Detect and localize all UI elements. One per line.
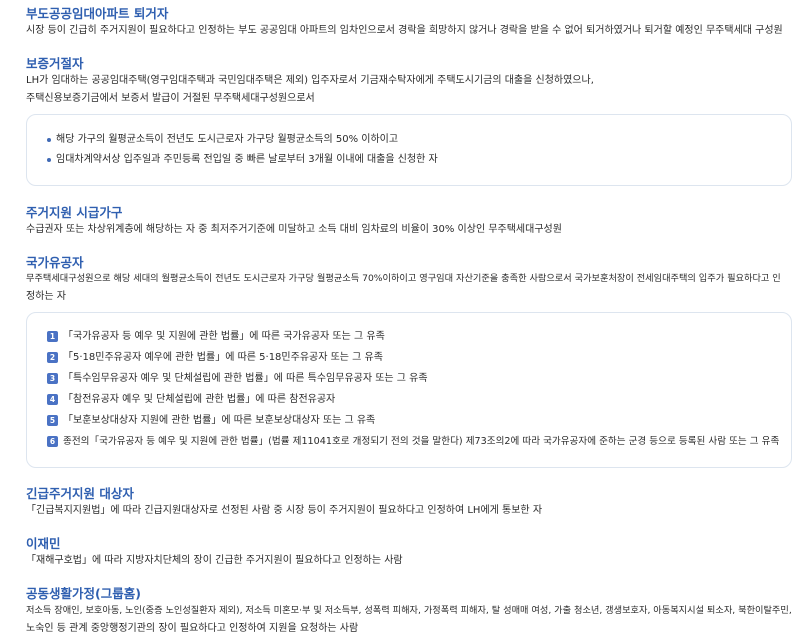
heading-national-merit: 국가유공자	[26, 255, 84, 270]
list-item-text: 임대차계약서상 입주일과 주민등록 전입일 중 빠른 날로부터 3개월 이내에 …	[56, 154, 438, 165]
desc-national-merit-line2: 정하는 자	[26, 291, 66, 302]
number-badge-icon: 4	[47, 394, 58, 405]
heading-default-rental-evictee: 부도공공임대아파트 퇴거자	[26, 6, 169, 21]
list-item-text: 종전의「국가유공자 등 예우 및 지원에 관한 법률」(법률 제11041호로 …	[63, 436, 780, 447]
number-badge-icon: 1	[47, 331, 58, 342]
desc-default-rental-evictee: 시장 등이 긴급히 주거지원이 필요하다고 인정하는 부도 공공임대 아파트의 …	[26, 25, 783, 36]
desc-group-home-line2: 노숙인 등 관계 중앙행정기관의 장이 필요하다고 인정하여 지원을 요청하는 …	[26, 623, 359, 634]
bullet-dot-icon	[47, 158, 51, 162]
number-badge-icon: 3	[47, 373, 58, 384]
heading-guarantee-rejected: 보증거절자	[26, 56, 84, 71]
number-badge-icon: 5	[47, 415, 58, 426]
number-badge-icon: 6	[47, 436, 58, 447]
list-item-text: 「특수임무유공자 예우 및 단체설립에 관한 법률」에 따른 특수임무유공자 또…	[63, 373, 428, 384]
list-item-text: 「국가유공자 등 예우 및 지원에 관한 법률」에 따른 국가유공자 또는 그 …	[63, 331, 385, 342]
eligibility-page: 부도공공임대아파트 퇴거자 시장 등이 긴급히 주거지원이 필요하다고 인정하는…	[0, 0, 800, 644]
desc-disaster-victims: 「재해구호법」에 따라 지방자치단체의 장이 긴급한 주거지원이 필요하다고 인…	[26, 555, 403, 566]
heading-urgent-housing-household: 주거지원 시급가구	[26, 205, 123, 220]
list-item-text: 「참전유공자 예우 및 단체설립에 관한 법률」에 따른 참전유공자	[63, 394, 336, 405]
list-item-text: 해당 가구의 월평균소득이 전년도 도시근로자 가구당 월평균소득의 50% 이…	[56, 134, 399, 145]
number-badge-icon: 2	[47, 352, 58, 363]
desc-group-home-line1: 저소득 장애인, 보호아동, 노인(중증 노인성질환자 제외), 저소득 미혼모…	[26, 605, 792, 616]
guarantee-conditions-box: 해당 가구의 월평균소득이 전년도 도시근로자 가구당 월평균소득의 50% 이…	[26, 114, 792, 186]
desc-urgent-housing-household: 수급권자 또는 차상위계층에 해당하는 자 중 최저주거기준에 미달하고 소득 …	[26, 224, 562, 235]
desc-emergency-housing: 「긴급복지지원법」에 따라 긴급지원대상자로 선정된 사람 중 시장 등이 주거…	[26, 505, 543, 516]
list-item-text: 「5·18민주유공자 예우에 관한 법률」에 따른 5·18민주유공자 또는 그…	[63, 352, 383, 363]
heading-group-home: 공동생활가정(그룹홈)	[26, 586, 141, 601]
desc-guarantee-rejected-line1: LH가 임대하는 공공임대주택(영구임대주택과 국민임대주택은 제외) 입주자로…	[26, 75, 594, 86]
desc-guarantee-rejected-line2: 주택신용보증기금에서 보증서 발급이 거절된 무주택세대구성원으로서	[26, 93, 315, 104]
desc-national-merit-line1: 무주택세대구성원으로 해당 세대의 월평균소득이 전년도 도시근로자 가구당 월…	[26, 273, 781, 284]
list-item-text: 「보훈보상대상자 지원에 관한 법률」에 따른 보훈보상대상자 또는 그 유족	[63, 415, 376, 426]
bullet-dot-icon	[47, 138, 51, 142]
heading-disaster-victims: 이재민	[26, 536, 61, 551]
national-merit-list-box: 1 「국가유공자 등 예우 및 지원에 관한 법률」에 따른 국가유공자 또는 …	[26, 312, 792, 468]
heading-emergency-housing: 긴급주거지원 대상자	[26, 486, 134, 501]
